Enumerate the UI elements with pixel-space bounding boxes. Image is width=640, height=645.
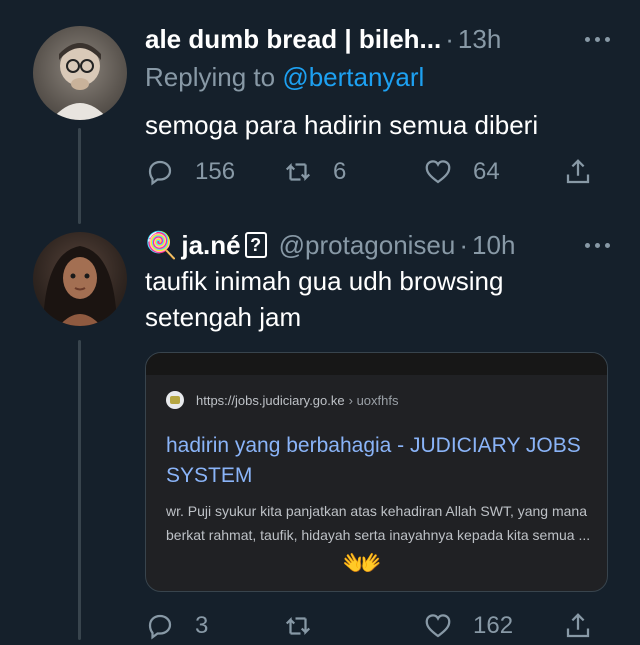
share-icon: [566, 159, 590, 184]
thread-line: [78, 340, 81, 640]
reply-count: 3: [195, 612, 209, 639]
avatar[interactable]: [33, 232, 127, 326]
tweet-header: ale dumb bread | bileh... · 13h: [145, 20, 610, 58]
more-dots-icon[interactable]: [580, 20, 610, 58]
display-name[interactable]: ja.né: [181, 230, 240, 261]
reply-button[interactable]: 3: [145, 608, 208, 644]
name-emoji: 🍭: [145, 229, 178, 260]
timestamp[interactable]: 10h: [472, 230, 515, 261]
share-icon: [566, 613, 590, 638]
timestamp[interactable]: 13h: [458, 24, 501, 55]
share-button[interactable]: [563, 154, 593, 190]
separator-dot: ·: [445, 23, 454, 54]
thread-line: [78, 128, 81, 224]
user-handle[interactable]: @protagoniseu: [279, 230, 456, 261]
result-breadcrumb: › uoxfhfs: [348, 392, 399, 408]
unknown-glyph-icon: ?: [244, 232, 267, 258]
replying-to: Replying to @bertanyarl: [145, 62, 424, 93]
retweet-count: 6: [333, 158, 347, 185]
reply-button[interactable]: 156: [145, 154, 235, 190]
like-count: 162: [473, 612, 514, 639]
like-button[interactable]: 162: [423, 608, 513, 644]
display-name[interactable]: ale dumb bread | bileh...: [145, 24, 441, 55]
result-url[interactable]: https://jobs.judiciary.go.ke › uoxfhfs: [166, 391, 398, 409]
card-top-bar: [146, 353, 607, 375]
reply-count: 156: [195, 158, 236, 185]
tweet-text: taufik inimah gua udh browsing setengah …: [145, 266, 504, 332]
result-url-text: https://jobs.judiciary.go.ke: [196, 392, 345, 408]
tweet-actions: 3 162: [145, 608, 595, 644]
more-dots-icon[interactable]: [580, 226, 610, 264]
avatar[interactable]: [33, 26, 127, 120]
tweet-header: 🍭 ja.né ? @protagoniseu · 10h: [145, 226, 610, 264]
share-button[interactable]: [563, 608, 593, 644]
reply-icon: [148, 614, 172, 640]
search-result-card[interactable]: https://jobs.judiciary.go.ke › uoxfhfs h…: [145, 352, 608, 592]
heart-icon: [425, 614, 451, 638]
like-count: 64: [473, 158, 500, 185]
retweet-icon: [285, 617, 311, 635]
favicon-icon: [166, 391, 184, 409]
retweet-button[interactable]: 6: [283, 154, 346, 190]
retweet-button[interactable]: [283, 608, 333, 644]
result-snippet: wr. Puji syukur kita panjatkan atas keha…: [166, 503, 591, 543]
result-title-link[interactable]: hadirin yang berbahagia - JUDICIARY JOBS…: [166, 431, 586, 491]
separator-dot: ·: [459, 229, 469, 260]
like-button[interactable]: 64: [423, 154, 500, 190]
replying-prefix: Replying to: [145, 62, 283, 92]
tweet-text: semoga para hadirin semua diberi: [145, 110, 539, 140]
heart-icon: [425, 160, 451, 184]
mention-link[interactable]: @bertanyarl: [282, 62, 424, 92]
tweet-actions: 156 6 64: [145, 154, 595, 190]
tweet-1[interactable]: ale dumb bread | bileh... · 13h Replying…: [0, 0, 640, 224]
reply-icon: [148, 160, 172, 186]
retweet-icon: [285, 163, 311, 181]
open-hands-emoji: 👐: [342, 545, 382, 581]
